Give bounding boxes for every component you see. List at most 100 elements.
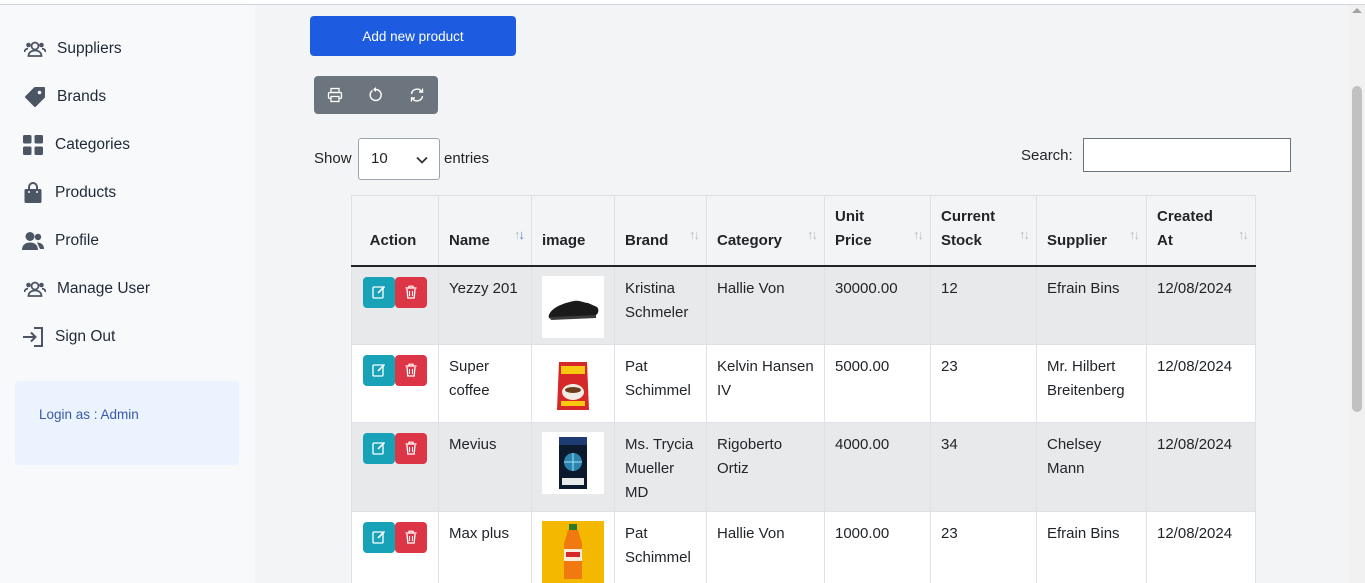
category-cell: Hallie Von [706,265,825,345]
category-cell: Hallie Von [706,510,825,583]
action-cell [351,421,439,512]
edit-button[interactable] [363,354,395,386]
sign-out-icon [22,326,44,348]
category-cell: Rigoberto Ortiz [706,421,825,512]
stock-cell: 23 [930,343,1037,423]
sidebar-item-suppliers[interactable]: Suppliers [24,35,122,63]
header-action: Action [351,195,439,267]
supplier-cell: Efrain Bins [1036,265,1147,345]
product-image [542,431,604,494]
grid-icon [22,134,44,156]
print-button[interactable] [314,76,355,114]
search-label: Search: [1021,147,1073,164]
image-cell [531,265,615,345]
table-row: Yezzy 201 Kristina Schmeler Hallie Von 3… [351,265,1256,345]
created-cell: 12/08/2024 [1146,421,1256,512]
sidebar-item-label: Manage User [57,280,151,297]
brand-cell: Ms. Trycia Mueller MD [614,421,707,512]
header-supplier[interactable]: Supplier ↑↓ [1036,195,1147,267]
product-image [542,275,604,338]
name-cell: Mevius [438,421,532,512]
category-cell: Kelvin Hansen IV [706,343,825,423]
shopping-bag-icon [22,182,44,204]
image-cell [531,421,615,512]
delete-button[interactable] [395,432,427,464]
product-image [542,353,604,416]
stock-cell: 12 [930,265,1037,345]
created-cell: 12/08/2024 [1146,343,1256,423]
sidebar-item-profile[interactable]: Profile [22,227,99,255]
sidebar-item-label: Brands [57,88,107,105]
header-brand[interactable]: Brand ↑↓ [614,195,707,267]
sidebar-item-label: Sign Out [55,328,116,345]
brand-cell: Pat Schimmel [614,510,707,583]
sidebar-item-sign-out[interactable]: Sign Out [22,323,115,351]
table-row: Max plus Pat Schimmel Hallie Von 1000.00… [351,510,1256,583]
sidebar-item-label: Profile [55,232,99,249]
header-created-at[interactable]: Created At ↑↓ [1146,195,1256,267]
login-info-box: Login as : Admin [15,381,239,465]
sort-icon: ↑↓ [807,226,818,242]
chevron-down-icon [416,156,428,164]
refresh-button[interactable] [396,76,437,114]
tag-icon [24,86,46,108]
created-cell: 12/08/2024 [1146,510,1256,583]
image-cell [531,343,615,423]
product-image [542,520,604,583]
stock-cell: 34 [930,421,1037,512]
edit-button[interactable] [363,521,395,553]
action-cell [351,343,439,423]
table-row: Mevius Ms. Trycia Mueller MD Rigoberto O… [351,421,1256,512]
header-name[interactable]: Name ↑↓ [438,195,532,267]
edit-button[interactable] [363,432,395,464]
brand-cell: Pat Schimmel [614,343,707,423]
sort-icon: ↑↓ [514,226,525,242]
sidebar-item-manage-user[interactable]: Manage User [24,275,150,303]
header-category[interactable]: Category ↑↓ [706,195,825,267]
name-cell: Super coffee [438,343,532,423]
entries-label: entries [444,150,490,167]
print-icon [327,87,342,103]
search-input[interactable] [1083,138,1291,172]
header-current-stock[interactable]: Current Stock ↑↓ [930,195,1037,267]
edit-button[interactable] [363,276,395,308]
header-unit-price[interactable]: Unit Price ↑↓ [824,195,931,267]
price-cell: 30000.00 [824,265,931,345]
login-label: Login as : Admin [39,407,139,422]
action-cell [351,265,439,345]
reset-button[interactable] [355,76,396,114]
delete-button[interactable] [395,354,427,386]
image-cell [531,510,615,583]
price-cell: 1000.00 [824,510,931,583]
add-product-button[interactable]: Add new product [310,16,516,56]
sidebar-item-label: Suppliers [57,40,122,57]
delete-button[interactable] [395,521,427,553]
entries-select[interactable]: 10 [358,138,440,180]
name-cell: Yezzy 201 [438,265,532,345]
edit-icon [372,285,386,299]
entries-value: 10 [371,150,388,167]
undo-icon [369,87,382,102]
sidebar-item-brands[interactable]: Brands [24,83,106,111]
sort-icon: ↑↓ [1019,226,1030,242]
sort-icon: ↑↓ [689,226,700,242]
sidebar-item-products[interactable]: Products [22,179,116,207]
sort-icon: ↑↓ [1129,226,1140,242]
sidebar-item-label: Products [55,184,117,201]
trash-icon [405,441,417,455]
sidebar: Suppliers Brands Categories Products Pro… [0,5,255,583]
brand-cell: Kristina Schmeler [614,265,707,345]
scroll-up-arrow[interactable] [1352,8,1362,13]
trash-icon [405,363,417,377]
delete-button[interactable] [395,276,427,308]
sort-icon: ↑↓ [913,226,924,242]
edit-icon [372,363,386,377]
supplier-cell: Efrain Bins [1036,510,1147,583]
scrollbar-thumb[interactable] [1352,86,1362,412]
sidebar-item-categories[interactable]: Categories [22,131,130,159]
created-cell: 12/08/2024 [1146,265,1256,345]
sort-icon: ↑↓ [1238,226,1249,242]
name-cell: Max plus [438,510,532,583]
edit-icon [372,530,386,544]
table-header-row: Action Name ↑↓ image Brand ↑↓ Category ↑↓ U… [351,195,1256,267]
